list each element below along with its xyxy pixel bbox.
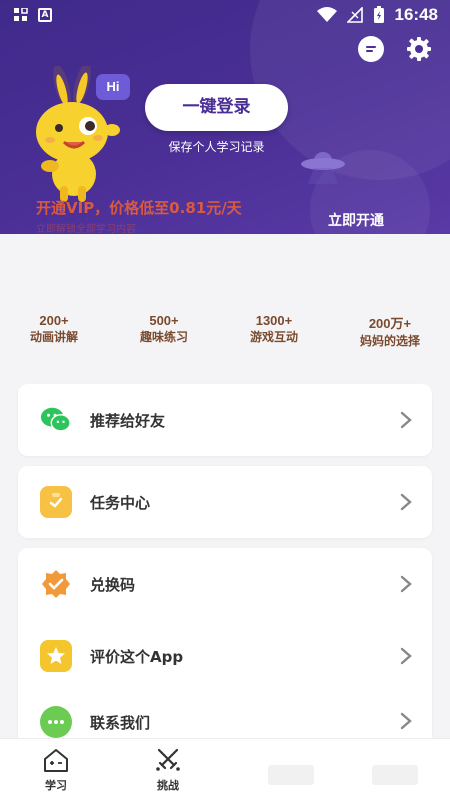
- signal-icon: [346, 7, 363, 23]
- chevron-right-icon: [400, 575, 412, 593]
- chevron-right-icon: [400, 647, 412, 665]
- house-math-icon: [44, 749, 68, 772]
- tab-label: 学习: [45, 779, 67, 792]
- stat-item: 200万+ 妈妈的选择: [360, 313, 420, 349]
- star-icon: [40, 640, 72, 672]
- blurred-tab-placeholder: [372, 765, 418, 785]
- menu-item-redeem[interactable]: 兑换码: [18, 548, 432, 620]
- stat-item: 1300+ 游戏互动: [250, 313, 298, 349]
- crossed-swords-icon: [156, 748, 180, 771]
- vip-promo-subtitle: 立即解锁全部学习内容: [36, 224, 136, 234]
- share-card: 推荐给好友: [18, 384, 432, 456]
- tasks-card: 任务中心: [18, 466, 432, 538]
- menu-item-rate[interactable]: 评价这个App: [18, 620, 432, 692]
- menu-item-label: 兑换码: [90, 575, 136, 594]
- menu-item-tasks[interactable]: 任务中心: [18, 466, 432, 538]
- stat-number: 1300+: [255, 313, 293, 328]
- status-bar: A 16:48: [0, 0, 450, 32]
- stat-item: 500+ 趣味练习: [140, 313, 188, 349]
- stat-number: 200万+: [368, 316, 412, 331]
- settings-gear-icon[interactable]: [406, 36, 432, 62]
- menu-item-label: 推荐给好友: [90, 411, 166, 430]
- redeem-badge-icon: [40, 568, 72, 600]
- menu-item-label: 联系我们: [90, 714, 151, 732]
- stats-row: 200+ 动画讲解 500+ 趣味练习 1300+ 游戏互动 200万+ 妈妈的…: [30, 313, 420, 349]
- stat-label: 趣味练习: [139, 330, 188, 344]
- login-subtitle: 保存个人学习记录: [168, 140, 265, 154]
- header-banner: A 16:48 Hi 一键登录 保存个人学习记录 开通VIP，价格低至0.81元…: [0, 0, 450, 234]
- keyboard-a-icon: A: [38, 8, 52, 22]
- tab-learn[interactable]: 学习: [16, 747, 96, 793]
- vip-promo-title: 开通VIP，价格低至0.81元/天: [36, 199, 242, 217]
- chat-dots-icon: [40, 706, 72, 738]
- chevron-right-icon: [400, 712, 412, 730]
- hi-speech-bubble: Hi: [96, 74, 130, 100]
- clock: 16:48: [394, 5, 438, 24]
- bottom-tab-bar: 学习 挑战: [0, 738, 450, 800]
- misc-card: 兑换码 评价这个App 联系我们: [18, 548, 432, 738]
- menu-item-contact[interactable]: 联系我们: [18, 692, 432, 738]
- stat-label: 游戏互动: [249, 330, 298, 344]
- stat-item: 200+ 动画讲解: [30, 313, 78, 349]
- one-click-login-button[interactable]: 一键登录: [145, 84, 288, 131]
- menu-item-share[interactable]: 推荐给好友: [18, 384, 432, 456]
- stat-number: 200+: [39, 313, 69, 328]
- wifi-icon: [316, 7, 337, 22]
- task-clipboard-icon: [40, 486, 72, 518]
- app-grid-icon: [14, 7, 28, 22]
- stat-number: 500+: [149, 313, 179, 328]
- menu-item-label: 任务中心: [90, 493, 151, 512]
- menu-item-label: 评价这个App: [90, 647, 184, 666]
- tab-challenge[interactable]: 挑战: [128, 747, 208, 793]
- ufo-illustration: [301, 152, 345, 184]
- tab-label: 挑战: [157, 779, 179, 792]
- vip-open-button[interactable]: 立即开通: [328, 210, 384, 230]
- chevron-right-icon: [400, 493, 412, 511]
- chevron-right-icon: [400, 411, 412, 429]
- blurred-tab-placeholder: [268, 765, 314, 785]
- stat-label: 妈妈的选择: [359, 334, 420, 348]
- battery-icon: [373, 6, 384, 23]
- wechat-icon: [40, 404, 72, 436]
- message-icon[interactable]: [358, 36, 384, 62]
- stat-label: 动画讲解: [30, 330, 79, 344]
